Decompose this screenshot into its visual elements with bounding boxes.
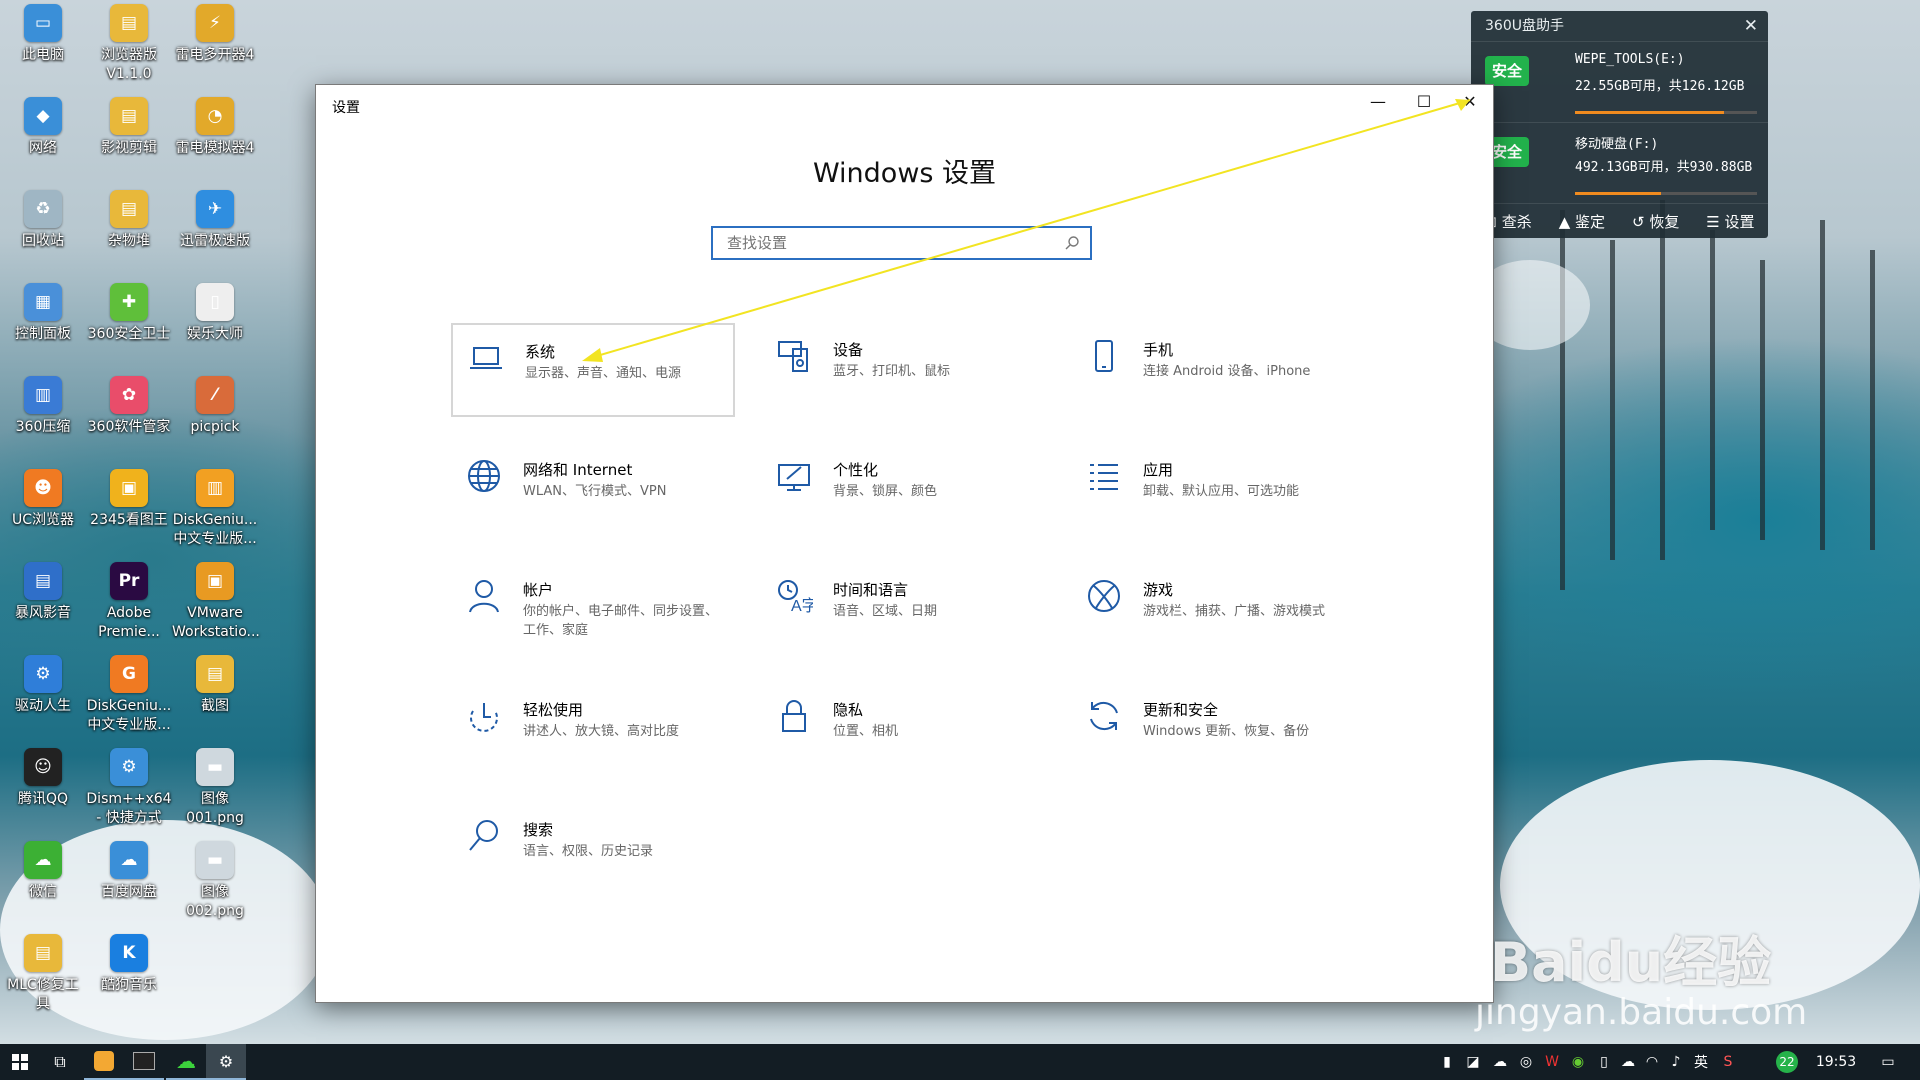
baidu-watermark-logo: Baidu经验: [1490, 931, 1772, 994]
tray-notification-badge[interactable]: 22: [1774, 1044, 1800, 1080]
tray-ime-indicator[interactable]: 英: [1688, 1044, 1714, 1080]
task-view-button[interactable]: ⧉: [40, 1044, 80, 1080]
wechat-icon: ☁: [176, 1049, 196, 1073]
start-button[interactable]: [0, 1044, 40, 1080]
tray-app-icon[interactable]: ◪: [1460, 1044, 1486, 1080]
taskbar-app-browser[interactable]: [84, 1044, 124, 1080]
badge-count: 22: [1776, 1051, 1798, 1073]
gear-icon: ⚙: [218, 1051, 234, 1071]
terminal-icon: [133, 1052, 155, 1070]
task-view-icon: ⧉: [54, 1052, 66, 1071]
taskbar-app-terminal[interactable]: [124, 1044, 164, 1080]
taskbar: ⧉ ☁ ⚙ ▮ ◪ ☁ ◎ W ◉ ▯ ☁ ◠ ♪ 英 S 22 19:53 ▭: [0, 1044, 1920, 1080]
taskbar-clock[interactable]: 19:53: [1806, 1044, 1866, 1080]
tray-chat-icon[interactable]: ◎: [1514, 1044, 1538, 1080]
browser-icon: [94, 1051, 114, 1071]
taskbar-app-settings[interactable]: ⚙: [206, 1044, 246, 1080]
tray-cloud-icon[interactable]: ☁: [1616, 1044, 1640, 1080]
tray-360-icon[interactable]: ◉: [1566, 1044, 1590, 1080]
baidu-watermark-url: jingyan.baidu.com: [1475, 992, 1808, 1033]
windows-logo-icon: [12, 1054, 28, 1070]
tray-sogou-icon[interactable]: S: [1716, 1044, 1740, 1080]
tray-battery-icon[interactable]: ▮: [1436, 1044, 1458, 1080]
tray-wifi-icon[interactable]: ◠: [1640, 1044, 1664, 1080]
tray-volume-icon[interactable]: ♪: [1664, 1044, 1688, 1080]
action-center-icon[interactable]: ▭: [1868, 1044, 1908, 1080]
tray-usb-icon[interactable]: ▯: [1592, 1044, 1616, 1080]
taskbar-app-wechat[interactable]: ☁: [166, 1044, 206, 1080]
tray-w-icon[interactable]: W: [1540, 1044, 1564, 1080]
tray-wechat-icon[interactable]: ☁: [1488, 1044, 1512, 1080]
